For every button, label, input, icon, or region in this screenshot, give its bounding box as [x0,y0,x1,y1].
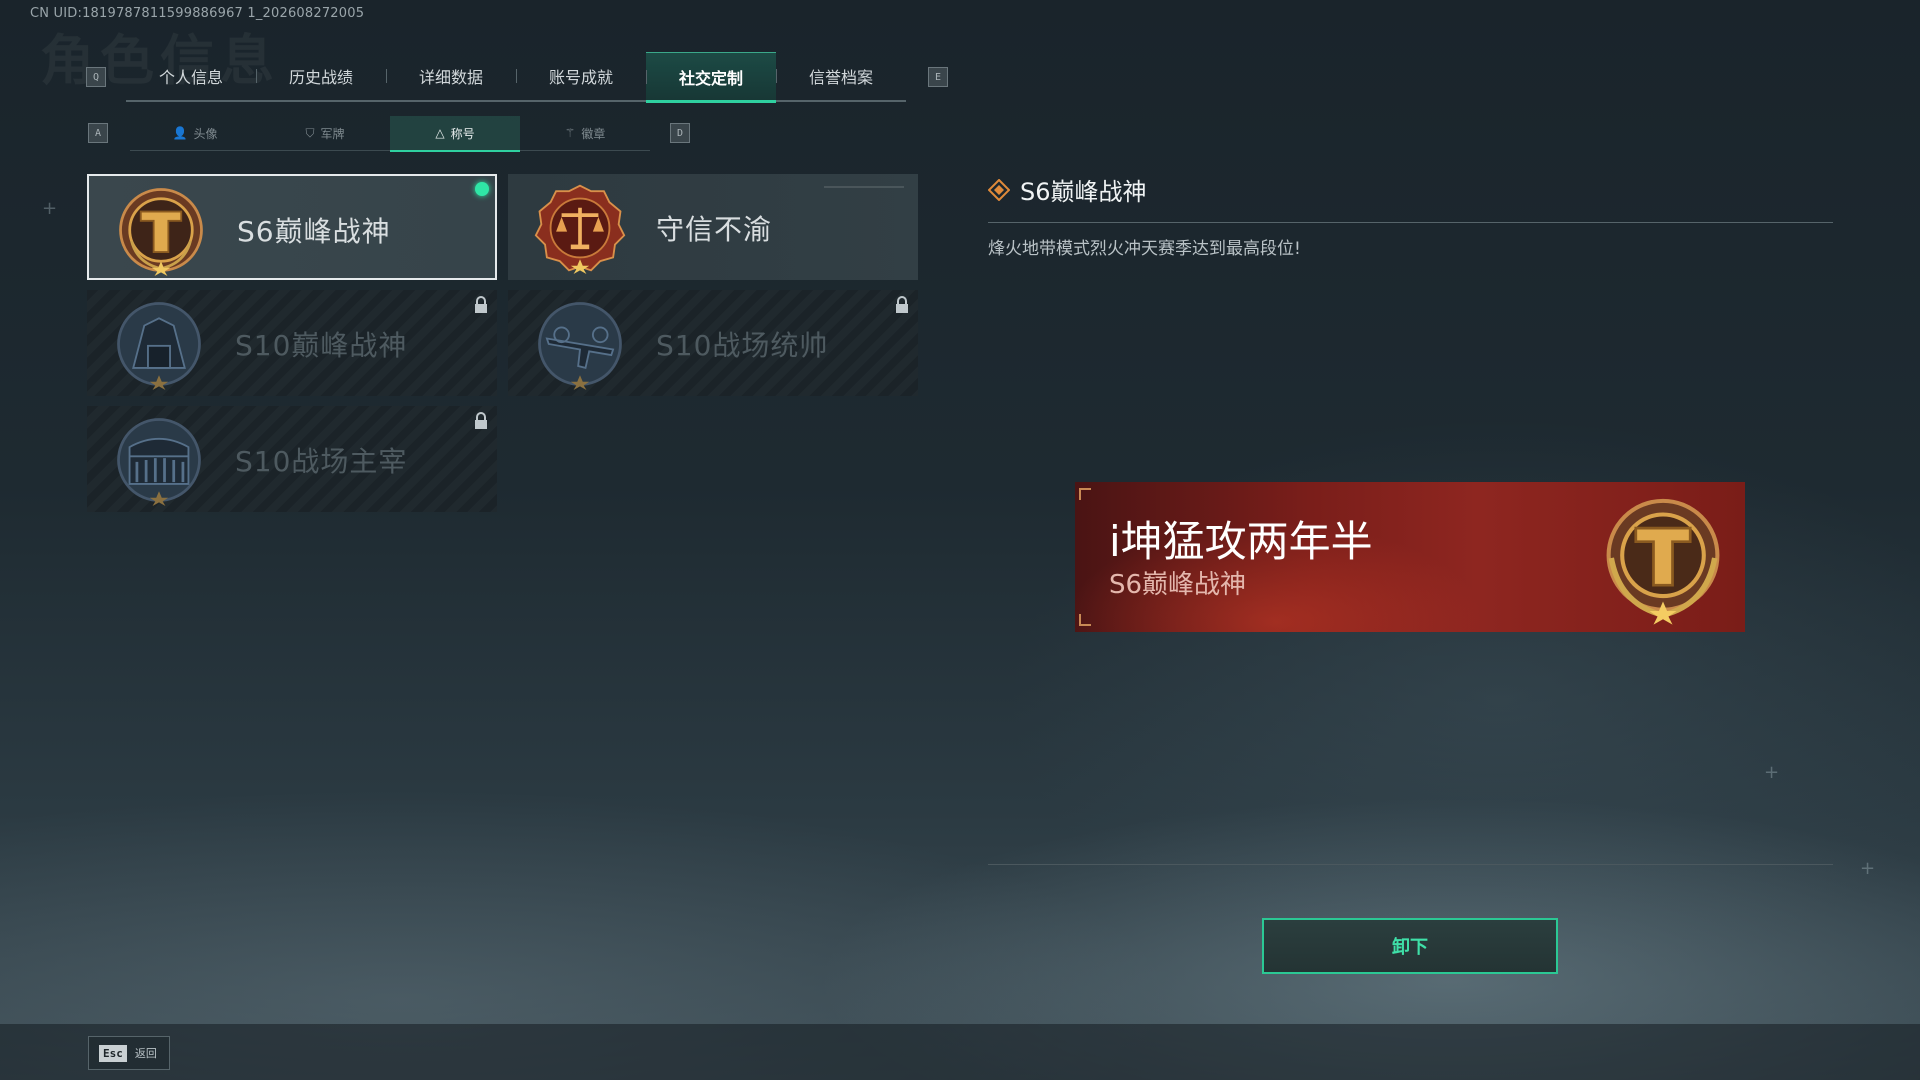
scales-medal-icon [534,184,626,274]
subtab-label: 头像 [193,126,218,141]
title-name: S6巅峰战神 [237,215,391,248]
divider [988,222,1833,223]
title-name: 守信不渝 [656,213,773,246]
title-preview-banner: i坤猛攻两年半 S6巅峰战神 [1075,482,1745,632]
crosshair-decoration: + [1860,858,1876,879]
subtab-badge[interactable]: ⚚ 徽章 [520,116,650,150]
bottom-bar [0,1024,1920,1080]
next-subtab-key[interactable]: D [670,123,690,143]
sub-tab-bar: 👤 头像 ⛉ 军牌 △ 称号 ⚚ 徽章 [130,116,650,152]
main-tab-bar: 个人信息 历史战绩 详细数据 账号成就 社交定制 信誉档案 [126,52,906,103]
diamond-icon [988,178,1010,201]
golden-pillar-medal-icon [1606,498,1720,625]
next-tab-key[interactable]: E [928,67,948,87]
subtab-dogtag[interactable]: ⛉ 军牌 [260,116,390,150]
esc-key-hint: Esc [99,1044,127,1062]
title-card-s6-peak-war-god[interactable]: S6巅峰战神 [87,174,497,280]
person-icon: 👤 [172,126,188,140]
detail-header: S6巅峰战神 [988,172,1147,207]
golden-pillar-medal-icon [119,188,203,276]
title-card-s10-battlefield-dominator[interactable]: S10战场主宰 [87,406,497,512]
subtab-label: 称号 [450,126,475,141]
lock-icon [475,412,487,429]
equipped-indicator [475,182,489,196]
preview-player-name: i坤猛攻两年半 [1109,517,1373,566]
tab-detailed-stats[interactable]: 详细数据 [386,52,516,100]
tab-achievements[interactable]: 账号成就 [516,52,646,100]
detail-description: 烽火地带模式烈火冲天赛季达到最高段位! [988,239,1301,259]
detail-title: S6巅峰战神 [1020,178,1147,206]
subtab-avatar[interactable]: 👤 头像 [130,116,260,150]
tab-personal-info[interactable]: 个人信息 [126,52,256,100]
lock-icon [896,296,908,313]
tab-match-history[interactable]: 历史战绩 [256,52,386,100]
player-uid: CN UID:1819787811599886967 1_20260827200… [30,6,365,21]
card-decoration-line [824,186,904,188]
title-name: S10战场主宰 [235,445,408,478]
back-label: 返回 [134,1047,157,1060]
prev-subtab-key[interactable]: A [88,123,108,143]
lock-icon [475,296,487,313]
fortress-medal-icon [117,302,201,390]
badge-icon: ⚚ [564,126,576,140]
title-card-s10-battlefield-commander[interactable]: S10战场统帅 [508,290,918,396]
crosshair-decoration: + [42,198,58,219]
title-card-s10-peak-war-god[interactable]: S10巅峰战神 [87,290,497,396]
prev-tab-key[interactable]: Q [86,67,106,87]
banner-corner [1079,614,1091,626]
subtab-label: 徽章 [581,126,606,141]
aircraft-medal-icon [538,302,622,390]
subtab-label: 军牌 [320,126,345,141]
dogtag-icon: ⛉ [305,125,315,140]
tab-social-customization[interactable]: 社交定制 [646,52,776,103]
triangle-icon: △ [435,126,445,140]
subtab-title[interactable]: △ 称号 [390,116,520,152]
back-button[interactable]: Esc 返回 [88,1036,170,1070]
title-name: S10巅峰战神 [235,329,408,362]
title-card-keep-faith[interactable]: 守信不渝 [508,174,918,280]
title-name: S10战场统帅 [656,329,829,362]
unequip-button[interactable]: 卸下 [1262,918,1558,974]
preview-title-name: S6巅峰战神 [1109,570,1247,600]
tab-credit-record[interactable]: 信誉档案 [776,52,906,100]
banner-corner [1079,488,1091,500]
colosseum-medal-icon [117,418,201,506]
